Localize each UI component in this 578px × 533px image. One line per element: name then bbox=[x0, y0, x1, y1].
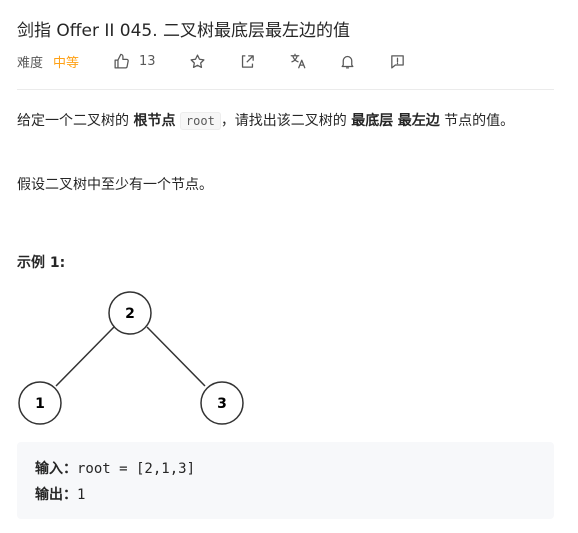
thumbs-up-icon bbox=[111, 51, 131, 71]
tree-node-right: 3 bbox=[200, 381, 244, 425]
example-output-line: 输出：1 bbox=[35, 484, 85, 504]
difficulty-badge: 中等 bbox=[53, 55, 80, 71]
svg-text:2: 2 bbox=[125, 306, 135, 322]
difficulty-label: 难度 bbox=[17, 55, 44, 71]
example-code-block: 输入：root = [2,1,3] 输出：1 bbox=[17, 442, 554, 519]
example-title: 示例 1: bbox=[17, 255, 66, 271]
tree-node-root: 2 bbox=[108, 291, 152, 335]
share-button[interactable] bbox=[238, 51, 258, 71]
input-label: 输入： bbox=[35, 461, 77, 477]
translate-button[interactable] bbox=[288, 51, 308, 71]
bold-leftmost: 最左边 bbox=[397, 113, 440, 129]
bold-bottom-level: 最底层 bbox=[351, 113, 394, 129]
divider bbox=[17, 89, 554, 90]
bold-root-node: 根节点 bbox=[133, 113, 176, 129]
problem-meta: 难度 中等 13 bbox=[17, 50, 408, 72]
output-value: 1 bbox=[77, 487, 86, 503]
like-count: 13 bbox=[139, 53, 156, 69]
problem-title: 剑指 Offer II 045. 二叉树最底层最左边的值 bbox=[17, 21, 351, 41]
svg-text:1: 1 bbox=[35, 396, 45, 412]
example-input-line: 输入：root = [2,1,3] bbox=[35, 458, 195, 478]
feedback-icon bbox=[391, 54, 404, 69]
favorite-button[interactable] bbox=[188, 51, 208, 71]
tree-edge-left bbox=[55, 326, 115, 387]
description-paragraph-1: 给定一个二叉树的 根节点 root ，请找出该二叉树的 最底层 最左边 节点的值。 bbox=[17, 112, 515, 130]
output-label: 输出： bbox=[35, 487, 77, 503]
input-value: root = [2,1,3] bbox=[77, 461, 196, 477]
like-button[interactable]: 13 bbox=[111, 51, 156, 71]
share-icon bbox=[241, 54, 254, 68]
tree-node-left: 1 bbox=[18, 381, 62, 425]
inline-code-root: root bbox=[179, 112, 221, 130]
svg-text:3: 3 bbox=[217, 396, 227, 412]
description-paragraph-2: 假设二叉树中至少有一个节点。 bbox=[17, 177, 213, 193]
example-tree-diagram: 2 1 3 bbox=[18, 291, 244, 425]
translate-icon bbox=[290, 53, 305, 69]
star-icon bbox=[190, 53, 205, 68]
feedback-button[interactable] bbox=[388, 51, 408, 71]
notify-button[interactable] bbox=[338, 51, 358, 71]
tree-edge-right bbox=[146, 326, 206, 387]
bell-icon bbox=[341, 55, 354, 69]
